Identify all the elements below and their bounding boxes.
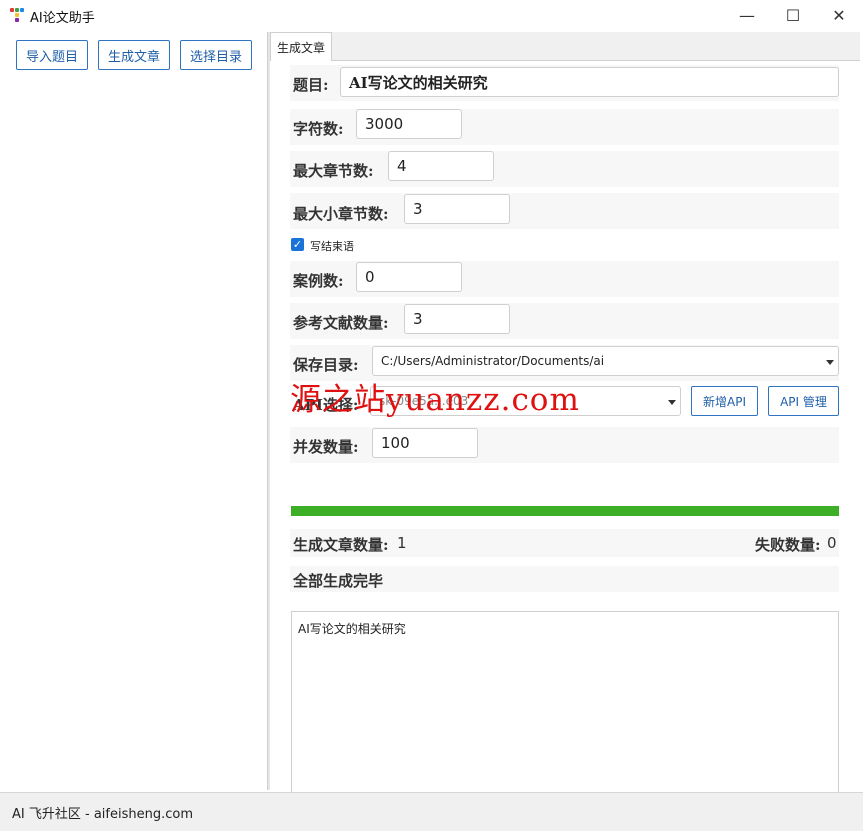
title-row: 题目: AI写论文的相关研究 xyxy=(290,65,839,101)
tab-strip: 生成文章 xyxy=(270,32,860,61)
sidebar: 导入题目 生成文章 选择目录 xyxy=(0,32,268,790)
title-input[interactable]: AI写论文的相关研究 xyxy=(340,67,839,97)
generated-count-label: 生成文章数量: xyxy=(293,536,389,554)
max-subchapters-input[interactable]: 3 xyxy=(404,194,510,224)
max-chapters-label: 最大章节数: xyxy=(293,162,374,180)
watermark: 源之站yuanzz.com xyxy=(290,382,580,418)
chevron-down-icon xyxy=(668,400,676,405)
max-chapters-input[interactable]: 4 xyxy=(388,151,494,181)
cases-row: 案例数: 0 xyxy=(290,261,839,297)
generate-article-button[interactable]: 生成文章 xyxy=(98,40,170,70)
chars-row: 字符数: 3000 xyxy=(290,109,839,145)
references-input[interactable]: 3 xyxy=(404,304,510,334)
title-label: 题目: xyxy=(293,76,329,94)
concurrency-input[interactable]: 100 xyxy=(372,428,478,458)
generated-count-value: 1 xyxy=(397,534,407,552)
concurrency-row: 并发数量: 100 xyxy=(290,427,839,463)
conclusion-checkbox[interactable]: ✓ xyxy=(291,238,304,251)
chevron-down-icon xyxy=(826,360,834,365)
close-button[interactable]: ✕ xyxy=(816,0,862,30)
max-chapters-row: 最大章节数: 4 xyxy=(290,151,839,187)
conclusion-checkbox-label[interactable]: 写结束语 xyxy=(310,238,354,254)
failed-count-value: 0 xyxy=(827,534,837,552)
save-dir-label: 保存目录: xyxy=(293,356,359,374)
generate-article-panel: 题目: AI写论文的相关研究 字符数: 3000 最大章节数: 4 最大小章节数… xyxy=(270,61,860,795)
cases-input[interactable]: 0 xyxy=(356,262,462,292)
progress-bar-fill xyxy=(291,506,839,516)
minimize-button[interactable]: — xyxy=(724,0,770,30)
failed-count-label: 失败数量: xyxy=(755,536,821,554)
maximize-button[interactable]: ☐ xyxy=(770,0,816,30)
log-textarea[interactable]: AI写论文的相关研究 xyxy=(291,611,839,795)
add-api-button[interactable]: 新增API xyxy=(691,386,758,416)
import-topics-button[interactable]: 导入题目 xyxy=(16,40,88,70)
conclusion-row: ✓ 写结束语 xyxy=(290,234,839,256)
cases-label: 案例数: xyxy=(293,272,344,290)
status-message-row: 全部生成完毕 xyxy=(290,566,839,592)
save-dir-select[interactable]: C:/Users/Administrator/Documents/ai xyxy=(372,346,839,376)
window-title: AI论文助手 xyxy=(30,11,95,26)
max-subchapters-label: 最大小章节数: xyxy=(293,205,389,223)
save-dir-value: C:/Users/Administrator/Documents/ai xyxy=(381,354,605,368)
max-subchapters-row: 最大小章节数: 3 xyxy=(290,193,839,229)
tab-generate-article[interactable]: 生成文章 xyxy=(270,32,332,61)
concurrency-label: 并发数量: xyxy=(293,438,359,456)
app-logo-icon xyxy=(10,8,24,22)
status-bar: AI 飞升社区 - aifeisheng.com xyxy=(0,792,863,831)
stats-row: 生成文章数量: 1 失败数量: 0 xyxy=(290,529,839,557)
references-label: 参考文献数量: xyxy=(293,314,389,332)
status-bar-text: AI 飞升社区 - aifeisheng.com xyxy=(12,807,193,822)
status-message: 全部生成完毕 xyxy=(293,572,384,590)
manage-api-button[interactable]: API 管理 xyxy=(768,386,839,416)
title-bar: AI论文助手 — ☐ ✕ xyxy=(0,0,863,30)
select-directory-button[interactable]: 选择目录 xyxy=(180,40,252,70)
chars-label: 字符数: xyxy=(293,120,344,138)
progress-bar xyxy=(291,506,839,516)
chars-input[interactable]: 3000 xyxy=(356,109,462,139)
references-row: 参考文献数量: 3 xyxy=(290,303,839,339)
